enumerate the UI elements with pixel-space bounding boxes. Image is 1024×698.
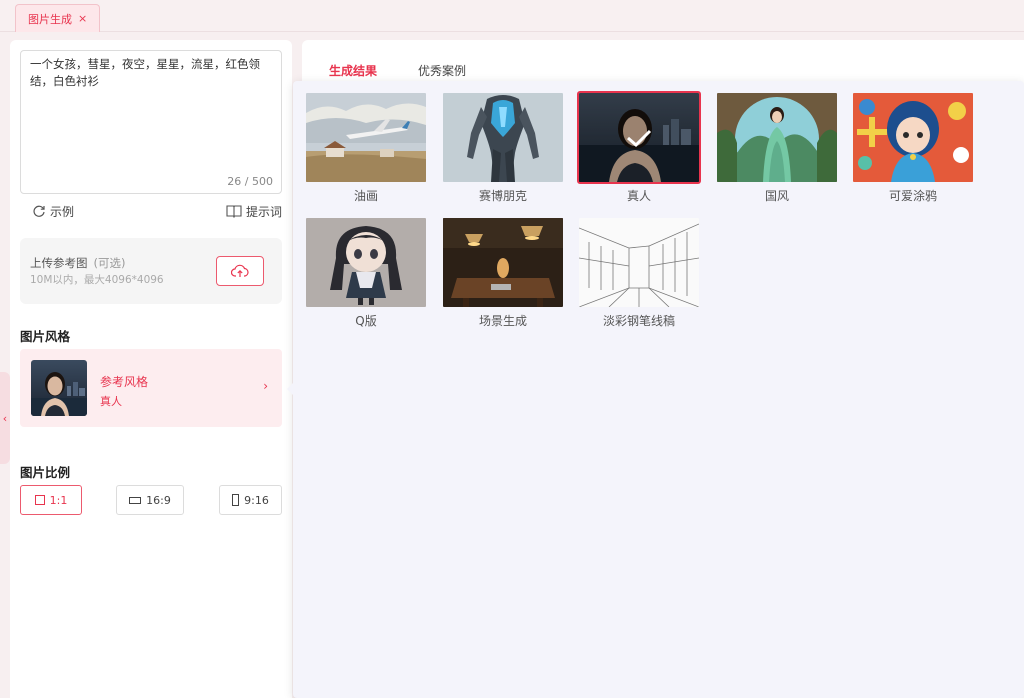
prompt-char-count: 26 / 500: [227, 175, 273, 188]
upload-limit: 10M以内，最大4096*4096: [30, 274, 164, 286]
style-option-chinese[interactable]: 国风: [715, 91, 839, 204]
style-option-pen-sketch[interactable]: 淡彩钢笔线稿: [577, 216, 701, 329]
style-thumbnail: [304, 216, 428, 309]
style-thumbnail: [441, 91, 565, 184]
hints-button[interactable]: 提示词: [226, 203, 282, 220]
style-section-title: 图片风格: [20, 329, 71, 344]
upload-optional: (可选): [93, 256, 126, 270]
checkmark-icon: [627, 129, 652, 147]
refresh-icon: [33, 205, 45, 217]
style-thumbnail: [851, 91, 975, 184]
style-option-scene[interactable]: 场景生成: [441, 216, 565, 329]
ratio-label: 1:1: [49, 493, 68, 507]
style-option-cyberpunk[interactable]: 赛博朋克: [441, 91, 565, 204]
style-card-title: 参考风格: [100, 375, 149, 389]
upload-reference-section: 上传参考图 (可选) 10M以内，最大4096*4096: [20, 238, 282, 304]
ratio-16-9-button[interactable]: 16:9: [116, 485, 184, 515]
upload-button[interactable]: [216, 256, 264, 286]
example-button[interactable]: 示例: [32, 203, 74, 220]
style-option-label: 国风: [764, 189, 789, 203]
tab-examples[interactable]: 优秀案例: [418, 62, 466, 79]
chevron-left-icon: ‹: [2, 411, 8, 425]
left-panel: 一个女孩，彗星，夜空，星星，流星，红色领结，白色衬衫 26 / 500 示例 提…: [10, 40, 292, 698]
style-option-label: 淡彩钢笔线稿: [602, 314, 675, 328]
style-option-label: Q版: [355, 314, 377, 328]
style-option-label: 真人: [626, 189, 651, 203]
style-thumbnail: [31, 360, 87, 416]
prompt-input[interactable]: 一个女孩，彗星，夜空，星星，流星，红色领结，白色衬衫 26 / 500: [20, 50, 282, 194]
style-option-label: 场景生成: [478, 314, 527, 328]
book-icon: [226, 205, 242, 218]
popup-pointer: [287, 383, 293, 395]
prompt-text[interactable]: 一个女孩，彗星，夜空，星星，流星，红色领结，白色衬衫: [30, 56, 274, 90]
style-picker-popup: 油画 赛博朋克 真人 国风 可爱涂鸦 Q版 场景生成 淡彩钢笔线稿: [287, 81, 1024, 698]
style-thumbnail: [304, 91, 428, 184]
ratio-1-1-button[interactable]: 1:1: [20, 485, 82, 515]
style-option-chibi[interactable]: Q版: [304, 216, 428, 329]
landscape-icon: [129, 496, 142, 504]
style-card-value: 真人: [100, 395, 122, 408]
style-option-label: 可爱涂鸦: [888, 189, 937, 203]
tab-bar: 图片生成 ×: [0, 0, 1024, 32]
style-option-label: 油画: [353, 189, 378, 203]
style-option-label: 赛博朋克: [478, 189, 527, 203]
upload-title-text: 上传参考图: [30, 256, 88, 270]
square-icon: [34, 495, 45, 505]
prompt-tools: 示例 提示词: [32, 201, 282, 221]
hints-label: 提示词: [245, 204, 282, 219]
tab-results[interactable]: 生成结果: [329, 62, 378, 88]
ratio-9-16-button[interactable]: 9:16: [219, 485, 282, 515]
style-thumbnail: [715, 91, 839, 184]
style-option-oil-painting[interactable]: 油画: [304, 91, 428, 204]
close-icon[interactable]: ×: [78, 12, 87, 25]
portrait-icon: [232, 494, 240, 506]
ratio-options: 1:1 16:9 9:16: [20, 485, 282, 515]
style-option-realistic[interactable]: 真人: [577, 91, 701, 204]
upload-title: 上传参考图 (可选): [30, 255, 125, 271]
ratio-label: 9:16: [244, 493, 269, 507]
ratio-label: 16:9: [146, 493, 171, 507]
style-option-cute-doodle[interactable]: 可爱涂鸦: [851, 91, 975, 204]
reference-style-card[interactable]: 参考风格 真人 ›: [20, 349, 282, 427]
chevron-right-icon: ›: [263, 379, 268, 393]
cloud-upload-icon: [231, 264, 249, 277]
tab-image-generation[interactable]: 图片生成 ×: [15, 4, 101, 32]
tab-label: 图片生成: [28, 12, 72, 26]
style-thumbnail: [577, 91, 701, 184]
style-thumbnail: [577, 216, 701, 309]
ratio-section-title: 图片比例: [20, 465, 71, 480]
example-label: 示例: [50, 204, 75, 219]
collapse-panel-handle[interactable]: ‹: [0, 372, 10, 464]
style-thumbnail: [441, 216, 565, 309]
